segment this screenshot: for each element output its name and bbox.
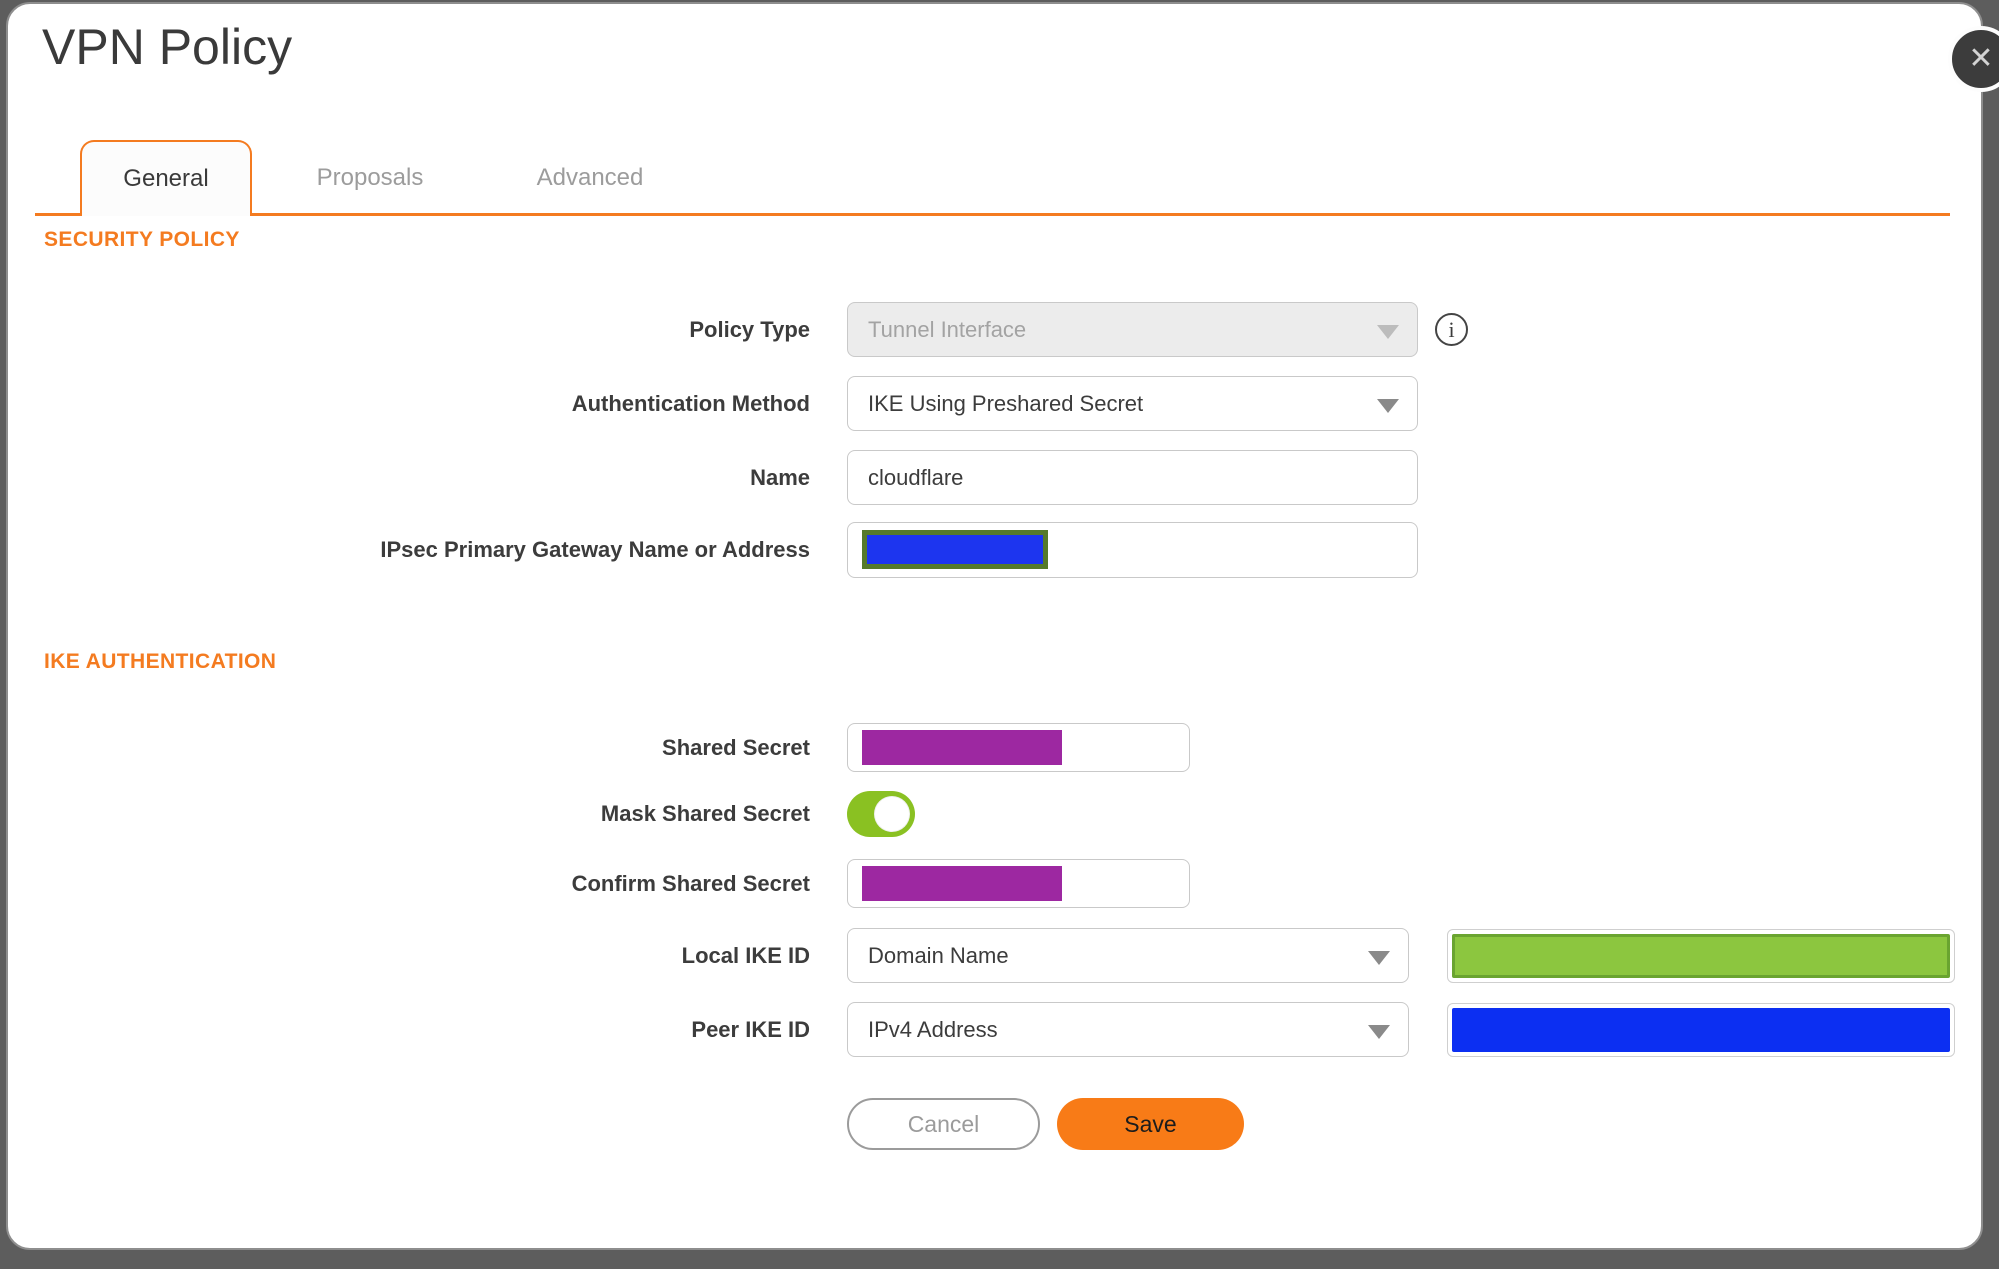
chevron-down-icon [1377,398,1399,413]
gateway-input[interactable] [847,522,1418,578]
authentication-method-value: IKE Using Preshared Secret [868,390,1144,416]
peer-ike-id-type-select[interactable]: IPv4 Address [847,1002,1409,1057]
peer-ike-id-value-input[interactable] [1447,1003,1955,1057]
gateway-row: IPsec Primary Gateway Name or Address [8,522,1985,578]
footer-actions: Cancel Save [8,1098,1985,1150]
name-input[interactable] [847,450,1418,505]
tab-proposals-label: Proposals [316,164,424,191]
local-ike-id-redaction-box [1452,934,1950,978]
mask-shared-secret-row: Mask Shared Secret [8,791,1985,837]
dialog-title: VPN Policy [42,19,293,75]
save-button-label: Save [1124,1110,1177,1137]
name-row: Name [8,450,1985,505]
mask-shared-secret-label: Mask Shared Secret [600,801,810,826]
info-icon[interactable]: i [1435,313,1468,346]
close-icon: ✕ [1968,42,1994,75]
confirm-shared-secret-input[interactable] [847,859,1190,908]
mask-shared-secret-toggle[interactable] [847,791,915,837]
shared-secret-input[interactable] [847,723,1190,772]
shared-secret-redaction-box [862,730,1062,765]
security-policy-heading: SECURITY POLICY [44,228,240,251]
local-ike-id-type-select[interactable]: Domain Name [847,928,1409,983]
peer-ike-id-label: Peer IKE ID [691,1017,810,1042]
shared-secret-label: Shared Secret [662,735,810,760]
local-ike-id-label: Local IKE ID [681,943,810,968]
authentication-method-select[interactable]: IKE Using Preshared Secret [847,376,1418,431]
gateway-redaction-box [862,530,1048,569]
shared-secret-row: Shared Secret [8,723,1985,772]
toggle-knob [874,796,910,832]
gateway-label: IPsec Primary Gateway Name or Address [380,537,810,562]
cancel-button[interactable]: Cancel [847,1098,1040,1150]
tab-general-label: General [123,165,209,192]
save-button[interactable]: Save [1057,1098,1244,1150]
tab-advanced-label: Advanced [536,164,644,191]
policy-type-row: Policy Type Tunnel Interface i [8,302,1985,357]
name-label: Name [750,465,810,490]
confirm-shared-secret-label: Confirm Shared Secret [571,871,810,896]
authentication-method-label: Authentication Method [571,391,810,416]
peer-ike-id-row: Peer IKE ID IPv4 Address [8,1002,1985,1057]
local-ike-id-value-input[interactable] [1447,929,1955,983]
tab-advanced[interactable]: Advanced [510,140,670,216]
chevron-down-icon [1368,950,1390,965]
tab-general[interactable]: General [80,140,252,216]
confirm-shared-secret-row: Confirm Shared Secret [8,859,1985,908]
cancel-button-label: Cancel [907,1110,980,1137]
authentication-method-row: Authentication Method IKE Using Preshare… [8,376,1985,431]
confirm-shared-secret-redaction-box [862,866,1062,901]
policy-type-label: Policy Type [689,317,810,342]
chevron-down-icon [1377,324,1399,339]
policy-type-value: Tunnel Interface [868,316,1027,342]
vpn-policy-dialog: VPN Policy General Proposals Advanced SE… [6,2,1983,1250]
peer-ike-id-redaction-box [1452,1008,1950,1052]
tab-proposals[interactable]: Proposals [290,140,450,216]
peer-ike-id-type-value: IPv4 Address [868,1016,998,1042]
policy-type-select: Tunnel Interface [847,302,1418,357]
chevron-down-icon [1368,1024,1390,1039]
local-ike-id-row: Local IKE ID Domain Name [8,928,1985,983]
local-ike-id-type-value: Domain Name [868,942,1009,968]
ike-authentication-heading: IKE AUTHENTICATION [44,650,277,673]
page-backdrop: { "dialog": { "title": "VPN Policy", "cl… [0,0,1999,1269]
